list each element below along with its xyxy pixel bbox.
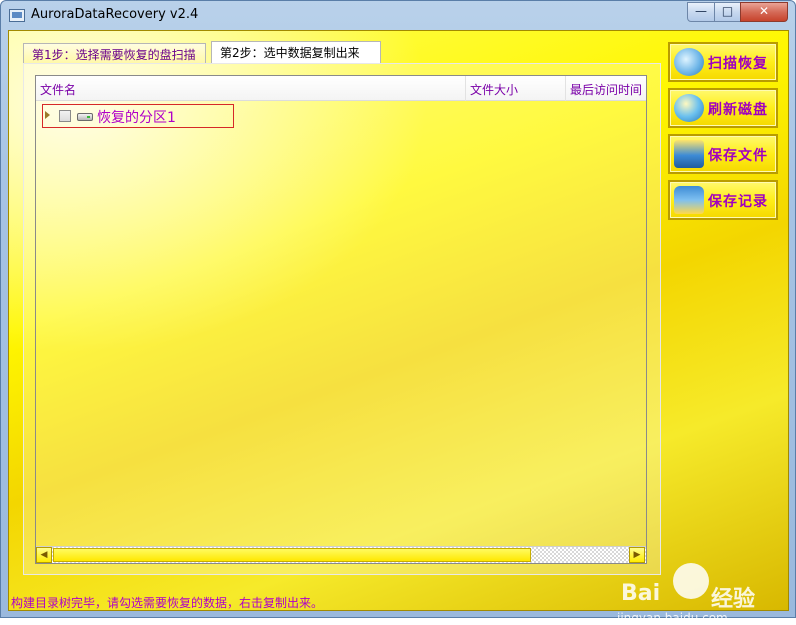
watermark-url: jingyan.baidu.com: [617, 611, 728, 625]
save-record-label: 保存记录: [708, 194, 768, 210]
file-tree[interactable]: 文件名 文件大小 最后访问时间 恢复的分区1 ◀ ▶: [35, 75, 647, 564]
minimize-button[interactable]: —: [687, 2, 715, 22]
save-file-button[interactable]: 保存文件: [668, 134, 778, 174]
row-label[interactable]: 恢复的分区1: [97, 107, 176, 127]
horizontal-scrollbar[interactable]: ◀ ▶: [36, 546, 646, 563]
column-header-last-access[interactable]: 最后访问时间: [566, 76, 646, 101]
client-area: 第1步：选择需要恢复的盘扫描 第2步：选中数据复制出来 文件名 文件大小 最后访…: [8, 30, 789, 625]
scroll-right-button[interactable]: ▶: [629, 547, 645, 563]
save-file-label: 保存文件: [708, 148, 768, 164]
scan-recover-button[interactable]: 扫描恢复: [668, 42, 778, 82]
save-record-button[interactable]: 保存记录: [668, 180, 778, 220]
column-header-filesize[interactable]: 文件大小: [466, 76, 566, 101]
expand-arrow-icon[interactable]: [45, 111, 50, 119]
window-title: AuroraDataRecovery v2.4: [31, 7, 199, 22]
save-record-icon: [674, 186, 704, 214]
baidu-watermark: Bai 经验 jingyan.baidu.com: [615, 563, 765, 625]
close-button[interactable]: ✕: [740, 2, 788, 22]
column-header-filename[interactable]: 文件名: [36, 76, 466, 101]
save-folder-icon: [674, 140, 704, 168]
tab-panel: 文件名 文件大小 最后访问时间 恢复的分区1 ◀ ▶: [23, 63, 661, 575]
tree-header: 文件名 文件大小 最后访问时间: [36, 76, 646, 101]
scroll-left-button[interactable]: ◀: [36, 547, 52, 563]
app-icon: [9, 9, 25, 22]
tab-step-1[interactable]: 第1步：选择需要恢复的盘扫描: [23, 43, 206, 63]
scan-recover-label: 扫描恢复: [708, 56, 768, 72]
refresh-disk-button[interactable]: 刷新磁盘: [668, 88, 778, 128]
app-window: AuroraDataRecovery v2.4 — □ ✕ 第1步：选择需要恢复…: [0, 0, 796, 625]
title-bar[interactable]: AuroraDataRecovery v2.4 — □ ✕: [1, 1, 795, 29]
scan-globe-icon: [674, 48, 704, 76]
maximize-button[interactable]: □: [714, 2, 741, 22]
row-checkbox[interactable]: [59, 110, 71, 122]
watermark-brand-cn: 经验: [711, 587, 756, 612]
tree-row[interactable]: 恢复的分区1: [42, 104, 234, 128]
scroll-thumb[interactable]: [53, 548, 531, 562]
refresh-lightbulb-icon: [674, 94, 704, 122]
watermark-brand: Bai: [621, 581, 661, 606]
paw-logo-icon: [673, 563, 709, 599]
drive-icon: [77, 113, 93, 121]
tab-step-2[interactable]: 第2步：选中数据复制出来: [211, 41, 381, 63]
refresh-disk-label: 刷新磁盘: [708, 102, 768, 118]
